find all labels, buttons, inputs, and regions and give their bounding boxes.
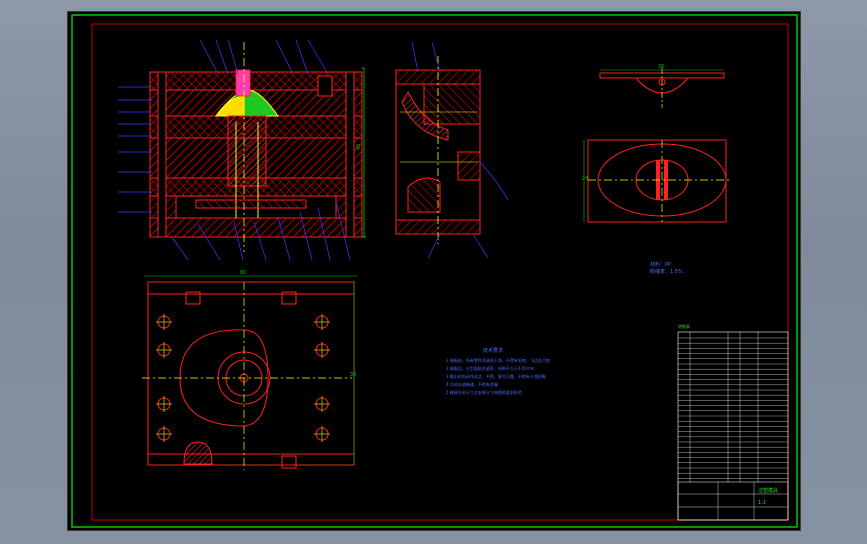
cad-drawing: 45 36 24 材料：PP 收缩率：1.5% 80 36 技术要求 1.装配前…	[71, 14, 798, 528]
cad-viewport[interactable]: 45 36 24 材料：PP 收缩率：1.5% 80 36 技术要求 1.装配前…	[67, 11, 801, 531]
material-note-line1: 材料：PP	[650, 261, 671, 268]
bill-of-materials: 明细表 注塑模具 1:1	[677, 323, 789, 521]
tech-note-5: 5.模具外形尺寸及安装尺寸按图纸要求检验	[446, 389, 522, 395]
part-plan-view: 24	[582, 139, 732, 223]
bom-header: 明细表	[678, 323, 690, 329]
front-section-view: 45	[149, 42, 366, 252]
technical-requirements: 技术要求 1.装配前，所有零件须清洗干净，不得有毛刺、飞边及污物 2.装配后，分…	[446, 347, 550, 395]
mold-plan-view: 80 36	[142, 270, 358, 470]
dim-plan-width: 80	[240, 270, 246, 276]
tech-note-1: 1.装配前，所有零件须清洗干净，不得有毛刺、飞边及污物	[446, 357, 550, 363]
dim-front-height: 45	[356, 144, 362, 150]
dim-part-height: 24	[582, 176, 588, 182]
tech-title: 技术要求	[483, 347, 503, 354]
tech-note-3: 3.推出机构动作灵活、平稳，复位可靠，不得有卡滞现象	[446, 373, 546, 379]
side-section-view	[395, 41, 509, 259]
title-block-name: 注塑模具	[758, 487, 778, 494]
title-block-scale: 1:1	[758, 500, 766, 506]
tech-note-2: 2.装配后，分型面贴合紧密，间隙不大于0.02mm	[446, 365, 535, 371]
dim-part-width: 36	[658, 64, 664, 70]
dim-plan-right: 36	[350, 372, 356, 378]
material-note-line2: 收缩率：1.5%	[650, 268, 683, 275]
part-elevation-view: 36	[599, 64, 725, 108]
tech-note-4: 4.冷却水道畅通，不得有渗漏	[446, 381, 498, 387]
